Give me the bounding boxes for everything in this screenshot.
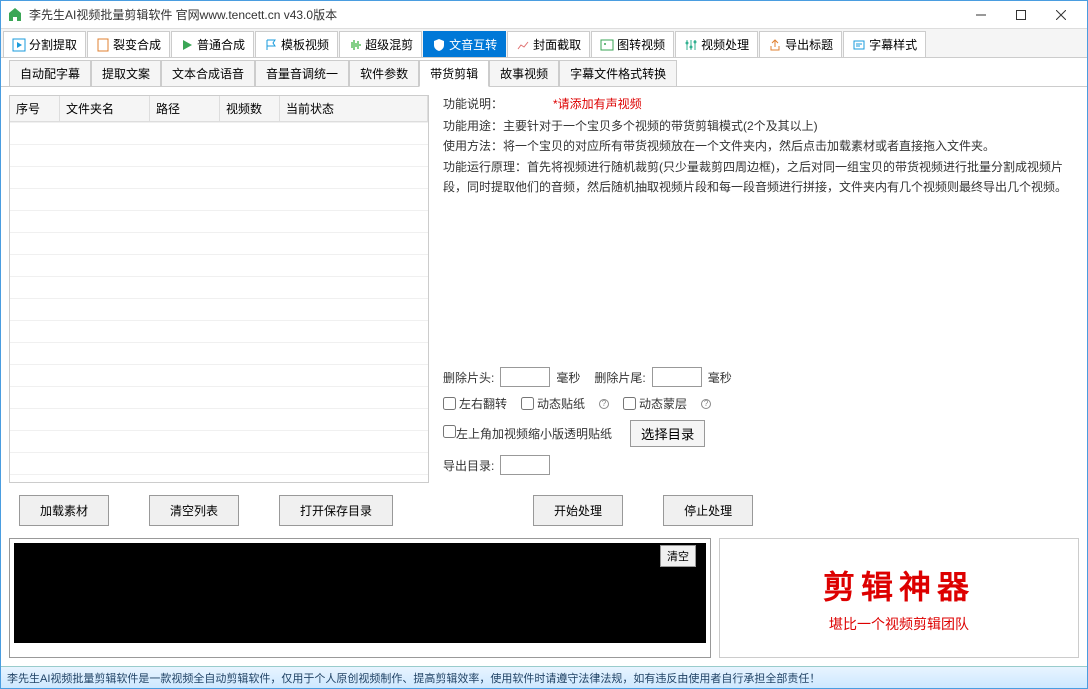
lower-panel: 清空 剪辑神器 堪比一个视频剪辑团队 — [9, 538, 1079, 658]
subtab-story[interactable]: 故事视频 — [489, 60, 559, 86]
brand-title: 剪辑神器 — [823, 562, 975, 608]
left-panel: 序号 文件夹名 路径 视频数 当前状态 — [9, 95, 429, 483]
desc-warning: *请添加有声视频 — [553, 95, 642, 112]
col-folder: 文件夹名 — [60, 96, 150, 121]
start-button[interactable]: 开始处理 — [533, 495, 623, 526]
table-header: 序号 文件夹名 路径 视频数 当前状态 — [10, 96, 428, 122]
tab-text-audio[interactable]: 文音互转 — [423, 31, 506, 57]
tab-split-extract[interactable]: 分割提取 — [3, 31, 86, 57]
desc-text: 功能用途：主要针对于一个宝贝多个视频的带货剪辑模式(2个及其以上) 使用方法：将… — [443, 116, 1075, 198]
subtab-params[interactable]: 软件参数 — [349, 60, 419, 86]
corner-checkbox[interactable]: 左上角加视频缩小版透明贴纸 — [443, 425, 612, 442]
clear-list-button[interactable]: 清空列表 — [149, 495, 239, 526]
load-button[interactable]: 加载素材 — [19, 495, 109, 526]
export-row: 导出目录: — [443, 455, 1075, 475]
upper-panel: 序号 文件夹名 路径 视频数 当前状态 功能说明： *请添加有声视频 功能用途：… — [9, 95, 1079, 483]
play-icon — [180, 38, 194, 52]
doc-icon — [96, 38, 110, 52]
tab-super-mix[interactable]: 超级混剪 — [339, 31, 422, 57]
image-icon — [600, 38, 614, 52]
minimize-button[interactable] — [961, 2, 1001, 28]
help-icon-2[interactable]: ? — [701, 399, 711, 409]
table-body[interactable] — [10, 122, 428, 482]
close-button[interactable] — [1041, 2, 1081, 28]
help-icon[interactable]: ? — [599, 399, 609, 409]
mask-checkbox[interactable]: 动态蒙层 — [623, 395, 687, 412]
trim-head-input[interactable] — [500, 367, 550, 387]
trim-head-label: 删除片头: — [443, 369, 494, 386]
unit-ms: 毫秒 — [556, 369, 580, 386]
sticker-checkbox[interactable]: 动态贴纸 — [521, 395, 585, 412]
col-count: 视频数 — [220, 96, 280, 121]
subtab-tts[interactable]: 文本合成语音 — [161, 60, 255, 86]
tab-fission[interactable]: 裂变合成 — [87, 31, 170, 57]
tab-template[interactable]: 模板视频 — [255, 31, 338, 57]
col-index: 序号 — [10, 96, 60, 121]
tab-img-to-video[interactable]: 图转视频 — [591, 31, 674, 57]
sliders-icon — [684, 38, 698, 52]
tab-export-title[interactable]: 导出标题 — [759, 31, 842, 57]
log-output[interactable] — [14, 543, 706, 643]
play-icon — [12, 38, 26, 52]
trim-row: 删除片头: 毫秒 删除片尾: 毫秒 — [443, 367, 1075, 387]
app-window: 李先生AI视频批量剪辑软件 官网www.tencett.cn v43.0版本 分… — [0, 0, 1088, 689]
subtab-shopping-edit[interactable]: 带货剪辑 — [419, 60, 489, 87]
shield-icon — [432, 38, 446, 52]
desc-label: 功能说明： — [443, 95, 513, 112]
open-save-button[interactable]: 打开保存目录 — [279, 495, 393, 526]
export-label: 导出目录: — [443, 457, 494, 474]
brand-panel: 剪辑神器 堪比一个视频剪辑团队 — [719, 538, 1079, 658]
tab-subtitle-style[interactable]: 字幕样式 — [843, 31, 926, 57]
brand-subtitle: 堪比一个视频剪辑团队 — [829, 614, 969, 634]
flip-checkbox[interactable]: 左右翻转 — [443, 395, 507, 412]
log-panel: 清空 — [9, 538, 711, 658]
right-panel: 功能说明： *请添加有声视频 功能用途：主要针对于一个宝贝多个视频的带货剪辑模式… — [439, 95, 1079, 483]
wave-icon — [348, 38, 362, 52]
unit-ms-2: 毫秒 — [708, 369, 732, 386]
chart-icon — [516, 38, 530, 52]
tab-cover[interactable]: 封面截取 — [507, 31, 590, 57]
subtab-subtitle-convert[interactable]: 字幕文件格式转换 — [559, 60, 677, 86]
content-area: 序号 文件夹名 路径 视频数 当前状态 功能说明： *请添加有声视频 功能用途：… — [1, 87, 1087, 666]
main-tabs: 分割提取 裂变合成 普通合成 模板视频 超级混剪 文音互转 封面截取 图转视频 … — [1, 29, 1087, 58]
window-controls — [961, 2, 1081, 28]
export-dir-input[interactable] — [500, 455, 550, 475]
sub-tabs: 自动配字幕 提取文案 文本合成语音 音量音调统一 软件参数 带货剪辑 故事视频 … — [1, 58, 1087, 87]
flag-icon — [264, 38, 278, 52]
maximize-button[interactable] — [1001, 2, 1041, 28]
file-table[interactable]: 序号 文件夹名 路径 视频数 当前状态 — [9, 95, 429, 483]
text-icon — [852, 38, 866, 52]
app-icon — [7, 7, 23, 23]
col-path: 路径 — [150, 96, 220, 121]
tab-video-process[interactable]: 视频处理 — [675, 31, 758, 57]
col-status: 当前状态 — [280, 96, 428, 121]
titlebar: 李先生AI视频批量剪辑软件 官网www.tencett.cn v43.0版本 — [1, 1, 1087, 29]
tab-normal-compose[interactable]: 普通合成 — [171, 31, 254, 57]
action-buttons: 加载素材 清空列表 打开保存目录 开始处理 停止处理 — [9, 491, 1079, 530]
trim-tail-label: 删除片尾: — [594, 369, 645, 386]
window-title: 李先生AI视频批量剪辑软件 官网www.tencett.cn v43.0版本 — [29, 6, 961, 23]
export-icon — [768, 38, 782, 52]
corner-row: 左上角加视频缩小版透明贴纸 选择目录 — [443, 420, 1075, 447]
trim-tail-input[interactable] — [652, 367, 702, 387]
subtab-auto-subtitle[interactable]: 自动配字幕 — [9, 60, 91, 86]
subtab-extract-text[interactable]: 提取文案 — [91, 60, 161, 86]
status-bar: 李先生AI视频批量剪辑软件是一款视频全自动剪辑软件，仅用于个人原创视频制作、提高… — [1, 666, 1087, 688]
select-dir-button[interactable]: 选择目录 — [630, 420, 705, 447]
clear-log-button[interactable]: 清空 — [660, 545, 696, 567]
subtab-volume[interactable]: 音量音调统一 — [255, 60, 349, 86]
stop-button[interactable]: 停止处理 — [663, 495, 753, 526]
options-row: 左右翻转 动态贴纸 ? 动态蒙层 ? — [443, 395, 1075, 412]
